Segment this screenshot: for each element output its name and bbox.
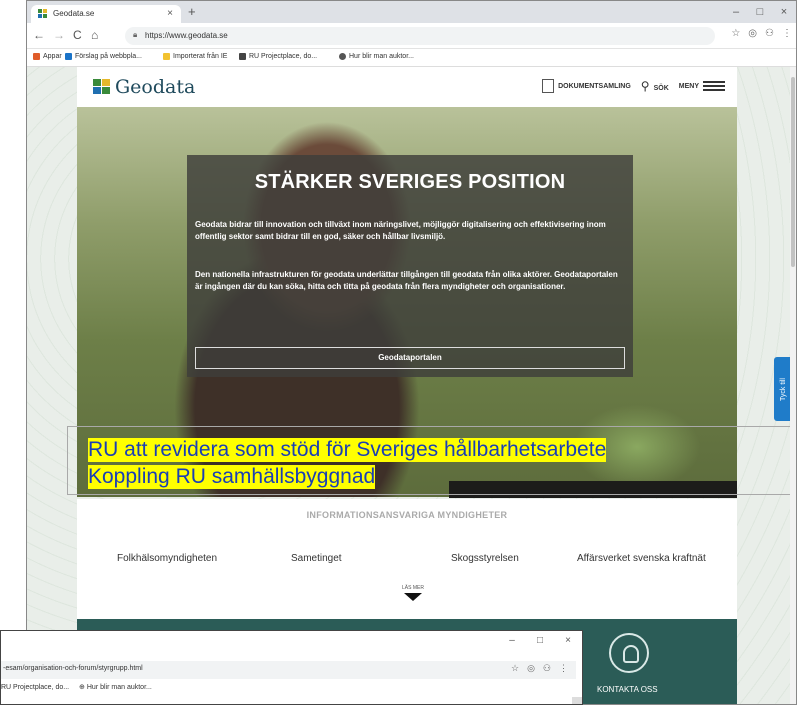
close-window-button[interactable]: × (772, 1, 796, 23)
header-nav: DOKUMENTSAMLING ⚲ SÖK MENY (542, 79, 725, 93)
bookmark-forslag[interactable]: Förslag på webbpla... (65, 53, 142, 60)
agency-link[interactable]: Folkhälsomyndigheten (117, 553, 217, 564)
site-header: Geodata DOKUMENTSAMLING ⚲ SÖK MENY (77, 67, 737, 107)
scrollbar-thumb[interactable] (791, 77, 795, 267)
second-bookmarks-bar: RU Projectplace, do... ⊕ Hur blir man au… (1, 683, 152, 691)
profile-icon[interactable]: ⚇ (543, 663, 551, 674)
close-window-button[interactable]: × (554, 631, 582, 651)
bookmark-auktor[interactable]: Hur blir man auktor... (339, 53, 414, 60)
headset-icon[interactable] (609, 633, 649, 673)
home-icon[interactable]: ⌂ (91, 28, 98, 42)
hero-title: STÄRKER SVERIGES POSITION (254, 171, 566, 193)
hero-panel: STÄRKER SVERIGES POSITION Geodata bidrar… (187, 155, 633, 377)
desktop-background (0, 0, 26, 630)
second-scrollbar[interactable] (572, 697, 582, 704)
browser-window: Geodata.se × + – □ × ← → C ⌂ 🔒︎ https://… (26, 0, 797, 705)
bookmark-favicon-icon (65, 53, 72, 60)
url-field[interactable]: 🔒︎ https://www.geodata.se (125, 27, 715, 45)
bookmark-star-icon[interactable]: ☆ (731, 28, 740, 39)
search-icon: ⚲ (640, 79, 650, 93)
bookmark-favicon-icon (239, 53, 246, 60)
hamburger-menu-icon (703, 81, 725, 91)
agencies-section: INFORMATIONSANSVARIGA MYNDIGHETER Folkhä… (77, 499, 737, 619)
address-bar-row: ← → C ⌂ 🔒︎ https://www.geodata.se ☆ ◎ ⚇ … (27, 23, 796, 49)
maximize-button[interactable]: □ (748, 1, 772, 23)
minimize-button[interactable]: – (498, 631, 526, 651)
browser-tab[interactable]: Geodata.se × (31, 5, 181, 23)
bookmark-star-icon[interactable]: ☆ (511, 663, 519, 674)
globe-icon: ⊕ (79, 684, 85, 691)
address-bar-actions: ☆ ◎ ⚇ ⋮ (731, 28, 792, 39)
window-controls: – □ × (724, 1, 796, 23)
forward-arrow-icon[interactable]: → (53, 28, 65, 42)
tab-bar: Geodata.se × + – □ × (27, 1, 796, 23)
agency-link[interactable]: Skogsstyrelsen (451, 553, 519, 564)
geodata-favicon-icon (38, 9, 48, 19)
more-menu-icon[interactable]: ⋮ (559, 663, 568, 674)
bookmark-projectplace[interactable]: RU Projectplace, do... (239, 53, 317, 60)
hero-paragraph-2: Den nationella infrastrukturen för geoda… (195, 270, 618, 291)
tab-title: Geodata.se (53, 9, 95, 18)
agency-link[interactable]: Affärsverket svenska kraftnät (577, 553, 706, 564)
page-scrollbar[interactable] (790, 67, 796, 704)
geodata-logo[interactable]: Geodata (93, 76, 195, 98)
new-tab-button[interactable]: + (188, 4, 196, 19)
website-viewport: Geodata DOKUMENTSAMLING ⚲ SÖK MENY STÄRKE… (27, 67, 796, 704)
second-address-actions: ☆ ◎ ⚇ ⋮ (511, 663, 568, 674)
logo-text: Geodata (115, 76, 196, 98)
nav-documents[interactable]: DOKUMENTSAMLING (542, 79, 631, 93)
annotation-line-2: Koppling RU samhällsbyggnad (88, 465, 376, 489)
second-browser-window: – □ × -esam/organisation-och-forum/styrg… (0, 630, 583, 705)
extension-icon[interactable]: ◎ (748, 28, 757, 39)
bookmark-importerat[interactable]: Importerat från IE (163, 53, 227, 60)
tab-close-icon[interactable]: × (167, 8, 173, 19)
url-text: https://www.geodata.se (145, 31, 228, 40)
annotation-line-1: RU att revidera som stöd för Sveriges hå… (88, 438, 607, 462)
geodataportalen-button[interactable]: Geodataportalen (195, 347, 625, 369)
bookmark-projectplace[interactable]: RU Projectplace, do... (1, 684, 69, 691)
maximize-button[interactable]: □ (526, 631, 554, 651)
nav-search[interactable]: ⚲ SÖK (641, 79, 669, 93)
second-url-field[interactable]: -esam/organisation-och-forum/styrgrupp.h… (1, 661, 576, 679)
bookmarks-bar: Appar Förslag på webbpla... Importerat f… (27, 49, 796, 67)
contact-link[interactable]: KONTAKTA OSS (597, 685, 658, 694)
minimize-button[interactable]: – (724, 1, 748, 23)
hero-paragraph-1: Geodata bidrar till innovation och tillv… (195, 220, 606, 241)
agency-link[interactable]: Sametinget (291, 553, 342, 564)
second-window-controls: – □ × (498, 631, 582, 651)
document-icon (542, 79, 555, 93)
annotation-box: RU att revidera som stöd för Sveriges hå… (67, 426, 796, 495)
bookmark-auktor[interactable]: Hur blir man auktor... (87, 684, 152, 691)
folder-icon (163, 53, 170, 60)
back-arrow-icon[interactable]: ← (33, 28, 45, 42)
nav-menu[interactable]: MENY (679, 81, 725, 91)
globe-icon (339, 53, 346, 60)
extension-icon[interactable]: ◎ (527, 663, 535, 674)
geodata-logo-icon (93, 79, 111, 95)
profile-icon[interactable]: ⚇ (765, 28, 774, 39)
reload-icon[interactable]: C (73, 28, 82, 42)
agencies-heading: INFORMATIONSANSVARIGA MYNDIGHETER (306, 510, 508, 520)
lock-icon: 🔒︎ (133, 30, 138, 39)
more-menu-icon[interactable]: ⋮ (782, 28, 792, 39)
chevron-down-icon (404, 593, 422, 601)
read-more-button[interactable]: LÄS MER (401, 585, 425, 601)
apps-grid-icon (33, 53, 40, 60)
bookmark-apps[interactable]: Appar (33, 53, 62, 60)
